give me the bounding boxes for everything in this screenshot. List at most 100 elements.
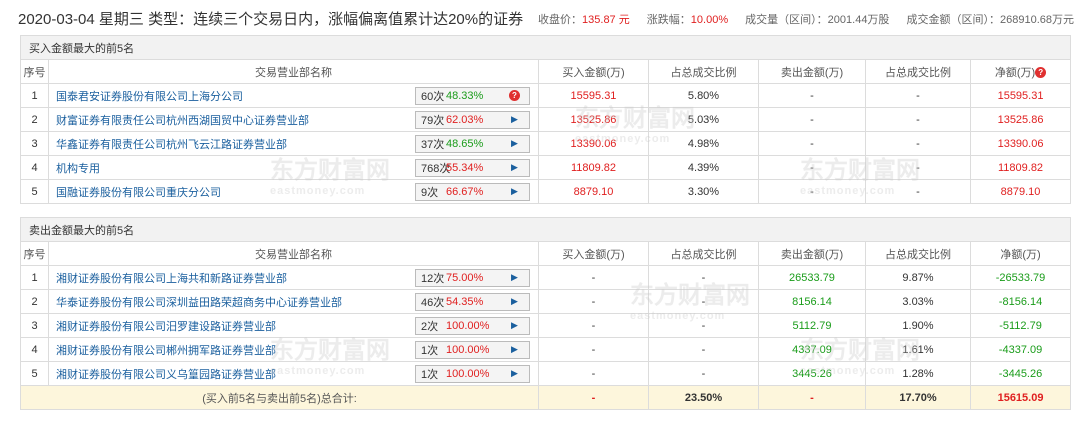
trade-count: 2次 [421, 320, 439, 333]
play-arrow-icon[interactable]: ▶ [500, 138, 529, 149]
page-title: 2020-03-04 星期三 类型：连续三个交易日内，涨幅偏离值累计达20%的证… [18, 11, 524, 28]
row-index: 1 [20, 265, 49, 290]
column-header: 占总成交比例 [648, 59, 759, 84]
sell-amount: 8156.14 [758, 289, 866, 314]
trade-count: 12次 [421, 272, 445, 285]
win-rate: 55.34% [446, 161, 484, 174]
play-arrow-icon[interactable]: ▶ [500, 368, 529, 379]
win-rate: 48.65% [446, 137, 484, 150]
column-header: 序号 [20, 241, 49, 266]
trade-count-box[interactable]: 37次 48.65% ▶ [415, 134, 530, 153]
column-header: 净额(万) [969, 241, 1072, 266]
net-amount: -5112.79 [969, 313, 1072, 338]
trade-count-box[interactable]: 12次 75.00% ▶ [415, 268, 530, 287]
branch-name-link[interactable]: 国泰君安证券股份有限公司上海分公司 [50, 88, 243, 104]
column-header: 交易营业部名称 [48, 59, 539, 84]
column-header: 占总成交比例 [865, 241, 971, 266]
net-amount: 13390.06 [969, 131, 1072, 156]
win-rate: 100.00% [446, 343, 490, 356]
trade-count-box[interactable]: 1次 100.00% ▶ [415, 364, 530, 383]
sell-amount: - [758, 179, 866, 204]
question-badge-icon[interactable]: ? [1035, 67, 1047, 79]
win-rate: 62.03% [446, 113, 484, 126]
win-rate: 66.67% [446, 185, 484, 198]
trade-count-box[interactable]: 46次 54.35% ▶ [415, 292, 530, 311]
table-row: 5 国融证券股份有限公司重庆分公司 9次 66.67% ▶ 8879.10 3.30% - -8… [20, 179, 1072, 204]
buy-amount: 11809.82 [538, 155, 649, 180]
buy-ratio: - [648, 313, 759, 338]
buy-ratio: 5.80% [648, 83, 759, 108]
buy-ratio: - [648, 265, 759, 290]
sell-ratio: 1.61% [865, 337, 971, 362]
win-rate: 48.33% [446, 89, 484, 102]
buy-ratio: 5.03% [648, 107, 759, 132]
trade-count-box[interactable]: 1次 100.00% ▶ [415, 340, 530, 359]
branch-name-link[interactable]: 华鑫证券有限责任公司杭州飞云江路证券营业部 [50, 136, 287, 152]
buy-ratio: - [648, 289, 759, 314]
sell-ratio: 3.03% [865, 289, 971, 314]
buy-amount: - [538, 265, 649, 290]
play-arrow-icon[interactable]: ▶ [500, 272, 529, 283]
trade-count-box[interactable]: 9次 66.67% ▶ [415, 182, 530, 201]
row-index: 4 [20, 155, 49, 180]
row-index: 3 [20, 131, 49, 156]
table-row: 1 湘财证券股份有限公司上海共和新路证券营业部 12次 75.00% ▶ - -26533.… [20, 265, 1072, 290]
trade-count-box[interactable]: 79次 62.03% ▶ [415, 110, 530, 129]
play-arrow-icon[interactable]: ▶ [500, 344, 529, 355]
branch-name-link[interactable]: 湘财证券股份有限公司汨罗建设路证券营业部 [50, 318, 276, 334]
question-badge-icon[interactable]: ? [500, 90, 529, 102]
sell-amount: - [758, 155, 866, 180]
table-row: 2 财富证券有限责任公司杭州西湖国贸中心证券营业部 79次 62.03% ▶ 13525.… [20, 107, 1072, 132]
table-row: 3 华鑫证券有限责任公司杭州飞云江路证券营业部 37次 48.65% ▶ 13390.06… [20, 131, 1072, 156]
total-label: (买入前5名与卖出前5名)总合计: [20, 385, 539, 410]
column-header: 占总成交比例 [865, 59, 971, 84]
buy-section-title: 买入金额最大的前5名 [19, 35, 1072, 60]
branch-name-link[interactable]: 机构专用 [50, 160, 100, 176]
sell-ratio: - [865, 107, 971, 132]
win-rate: 54.35% [446, 295, 484, 308]
net-amount: -26533.79 [969, 265, 1072, 290]
branch-cell: 财富证券有限责任公司杭州西湖国贸中心证券营业部 79次 62.03% ▶ [48, 107, 539, 132]
total-net: 15615.09 [969, 385, 1072, 410]
net-amount: -3445.26 [969, 361, 1072, 386]
column-header: 净额(万)? [969, 59, 1072, 84]
branch-name-link[interactable]: 财富证券有限责任公司杭州西湖国贸中心证券营业部 [50, 112, 309, 128]
header-bar: 2020-03-04 星期三 类型：连续三个交易日内，涨幅偏离值累计达20%的证… [0, 0, 1080, 34]
branch-cell: 湘财证券股份有限公司上海共和新路证券营业部 12次 75.00% ▶ [48, 265, 539, 290]
sell-ratio: - [865, 131, 971, 156]
table-row: 1 国泰君安证券股份有限公司上海分公司 60次 48.33%? 15595.31 5.80… [20, 83, 1072, 108]
branch-name-link[interactable]: 华泰证券股份有限公司深圳益田路荣超商务中心证券营业部 [50, 294, 342, 310]
branch-name-link[interactable]: 国融证券股份有限公司重庆分公司 [50, 184, 221, 200]
play-arrow-icon[interactable]: ▶ [500, 114, 529, 125]
sell-amount: 26533.79 [758, 265, 866, 290]
sell-amount: 3445.26 [758, 361, 866, 386]
branch-cell: 华鑫证券有限责任公司杭州飞云江路证券营业部 37次 48.65% ▶ [48, 131, 539, 156]
net-amount: 15595.31 [969, 83, 1072, 108]
sell-amount: - [758, 83, 866, 108]
play-arrow-icon[interactable]: ▶ [500, 320, 529, 331]
play-arrow-icon[interactable]: ▶ [500, 186, 529, 197]
win-rate: 75.00% [446, 271, 484, 284]
branch-cell: 湘财证券股份有限公司义乌篁园路证券营业部 1次 100.00% ▶ [48, 361, 539, 386]
trade-count-box[interactable]: 60次 48.33%? [415, 86, 530, 105]
buy-amount: - [538, 289, 649, 314]
branch-name-link[interactable]: 湘财证券股份有限公司郴州拥军路证券营业部 [50, 342, 276, 358]
branch-name-link[interactable]: 湘财证券股份有限公司上海共和新路证券营业部 [50, 270, 287, 286]
net-amount: 11809.82 [969, 155, 1072, 180]
volume-stat: 成交量（区间）：2001.44万股 [745, 14, 890, 26]
total-row: (买入前5名与卖出前5名)总合计: - 23.50% - 17.70% 1561… [20, 385, 1072, 410]
buy-ratio: - [648, 337, 759, 362]
trade-count-box[interactable]: 768次 55.34% ▶ [415, 158, 530, 177]
column-header: 交易营业部名称 [48, 241, 539, 266]
trade-count-box[interactable]: 2次 100.00% ▶ [415, 316, 530, 335]
branch-name-link[interactable]: 湘财证券股份有限公司义乌篁园路证券营业部 [50, 366, 276, 382]
play-arrow-icon[interactable]: ▶ [500, 296, 529, 307]
column-header: 占总成交比例 [648, 241, 759, 266]
branch-cell: 湘财证券股份有限公司汨罗建设路证券营业部 2次 100.00% ▶ [48, 313, 539, 338]
stock-stats: 收盘价：135.87 元 涨跌幅：10.00% 成交量（区间）：2001.44万… [524, 11, 1074, 27]
table-row: 4 机构专用 768次 55.34% ▶ 11809.82 4.39% - -11809.82 [20, 155, 1072, 180]
sell-ratio: 9.87% [865, 265, 971, 290]
win-rate: 100.00% [446, 319, 490, 332]
branch-cell: 机构专用 768次 55.34% ▶ [48, 155, 539, 180]
play-arrow-icon[interactable]: ▶ [500, 162, 529, 173]
